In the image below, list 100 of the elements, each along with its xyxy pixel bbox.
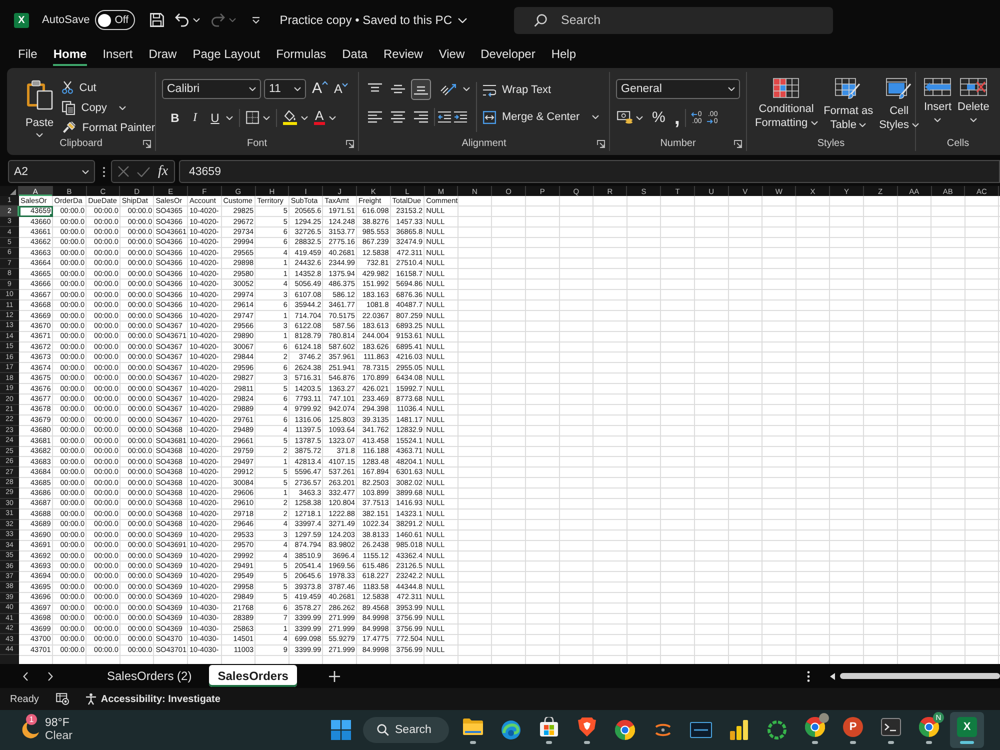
dialog-launcher-icon[interactable]: [143, 140, 151, 148]
sheet-tab[interactable]: SalesOrders: [208, 665, 298, 687]
next-sheet-icon[interactable]: [48, 672, 53, 680]
bold-button[interactable]: B: [168, 110, 182, 124]
center-align-icon: [391, 111, 405, 123]
cell-brush-icon: [886, 78, 912, 100]
font-name-dropdown[interactable]: Calibri: [162, 78, 261, 98]
menu-tab[interactable]: Formulas: [276, 42, 326, 66]
undo-icon[interactable]: [174, 13, 189, 27]
fill-color-icon[interactable]: [283, 110, 297, 125]
taskbar-app-button[interactable]: X: [950, 712, 984, 748]
decrease-indent-icon[interactable]: [438, 111, 451, 123]
group-label: Styles: [817, 138, 845, 149]
insert-cells-button[interactable]: Insert: [924, 78, 952, 122]
accounting-icon[interactable]: [617, 111, 633, 124]
group-label: Alignment: [462, 138, 506, 149]
previous-sheet-icon[interactable]: [23, 672, 28, 680]
ring-icon: [767, 720, 787, 740]
grow-font-button[interactable]: A: [312, 81, 328, 96]
dialog-launcher-icon[interactable]: [597, 140, 605, 148]
name-box[interactable]: A2: [8, 160, 95, 183]
terminal-icon: [881, 718, 901, 736]
menu-tab[interactable]: View: [438, 42, 465, 66]
dialog-launcher-icon[interactable]: [346, 140, 354, 148]
wrap-text-icon: [483, 84, 496, 96]
orientation-icon[interactable]: [440, 82, 456, 96]
segmented-circle-icon: [615, 720, 635, 740]
swirl-icon: [501, 720, 521, 740]
font-color-button[interactable]: A: [314, 110, 325, 125]
customize-icon[interactable]: [252, 16, 260, 24]
number-format-dropdown[interactable]: General: [616, 78, 740, 98]
borders-icon[interactable]: [246, 111, 259, 124]
accessibility-button[interactable]: Accessibility: Investigate: [84, 693, 220, 705]
cancel-icon[interactable]: [118, 166, 129, 177]
menu-tab[interactable]: Insert: [102, 42, 133, 66]
comma-style-button[interactable]: ,: [674, 108, 680, 126]
scroll-left-icon[interactable]: [830, 672, 835, 680]
notification-badge: 1: [26, 714, 37, 725]
taskbar-search-button[interactable]: Search: [363, 717, 449, 743]
align-button[interactable]: [411, 78, 431, 100]
wrap-text-button[interactable]: Wrap Text: [483, 80, 599, 100]
more-options-icon[interactable]: [807, 670, 810, 682]
menu-tab[interactable]: File: [18, 42, 38, 66]
grid-left-arrow-icon: [924, 78, 952, 96]
autosave-toggle[interactable]: Off: [94, 10, 135, 30]
right-arrow-icon: [706, 118, 713, 124]
app-logo: P: [843, 716, 863, 736]
save-icon[interactable]: [150, 13, 164, 27]
shrink-font-button[interactable]: A: [334, 81, 348, 96]
add-sheet-icon[interactable]: [329, 670, 340, 682]
font-size-dropdown[interactable]: 11: [264, 78, 306, 98]
increase-indent-icon[interactable]: [454, 111, 467, 123]
dialog-launcher-icon[interactable]: [734, 140, 742, 148]
conditional-formatting-button[interactable]: Conditional Formatting: [755, 78, 818, 130]
right-align-icon: [414, 111, 428, 123]
scrollbar-thumb[interactable]: [840, 673, 1000, 679]
copy-button[interactable]: Copy: [62, 99, 155, 116]
percent-button[interactable]: %: [652, 109, 666, 126]
fill-handle-icon[interactable]: [50, 214, 53, 217]
macro-recording-icon[interactable]: [56, 693, 69, 705]
clipboard-icon: [26, 80, 54, 110]
scissors-icon: [62, 81, 74, 94]
check-icon[interactable]: [137, 166, 150, 176]
squares-grid-icon[interactable]: [331, 720, 351, 740]
cut-button[interactable]: Cut: [62, 79, 155, 96]
italic-button[interactable]: I: [188, 110, 202, 125]
app-logo: X: [957, 716, 977, 736]
paste-button[interactable]: Paste: [19, 78, 60, 136]
bar-chart-icon: [730, 720, 748, 740]
table-brush-icon: [835, 78, 862, 100]
grid-cross-icon: [960, 78, 987, 96]
crescent-moon-icon[interactable]: [20, 720, 40, 740]
document-title-button[interactable]: Practice copy • Saved to this PC: [280, 13, 467, 27]
cell-styles-button[interactable]: Cell Styles: [879, 78, 920, 132]
menu-tab[interactable]: Draw: [148, 42, 177, 66]
segmented-circle-icon: [919, 716, 939, 736]
menu-tab[interactable]: Review: [383, 42, 423, 66]
shopping-bag-icon: [539, 716, 559, 736]
sheet-tab[interactable]: SalesOrders (2): [98, 665, 201, 687]
menu-tab[interactable]: Developer: [480, 42, 536, 66]
menu-tab[interactable]: Home: [53, 42, 87, 66]
insert-function-button[interactable]: fx: [158, 164, 168, 180]
chevron-icon: [458, 18, 467, 22]
format-painter-button[interactable]: Format Painter: [62, 119, 155, 136]
status-text: Ready: [10, 694, 39, 704]
brush-icon: [62, 121, 76, 134]
taskbar-app-button[interactable]: P: [836, 712, 870, 748]
merge-center-button[interactable]: Merge & Center: [483, 107, 599, 127]
format-as-table-button[interactable]: Format as Table: [824, 78, 874, 132]
formula-field[interactable]: 43659: [179, 160, 1000, 183]
menu-tab[interactable]: Help: [551, 42, 576, 66]
group-label: Number: [660, 138, 696, 149]
delete-cells-button[interactable]: Delete: [958, 78, 990, 122]
caret-down-icon: [342, 83, 348, 88]
weather-condition: Clear: [45, 730, 72, 743]
menu-tab[interactable]: Page Layout: [192, 42, 260, 66]
search-field[interactable]: Search: [514, 6, 833, 34]
group-label: Cells: [946, 138, 970, 149]
underline-button[interactable]: U: [208, 110, 222, 124]
menu-tab[interactable]: Data: [342, 42, 368, 66]
